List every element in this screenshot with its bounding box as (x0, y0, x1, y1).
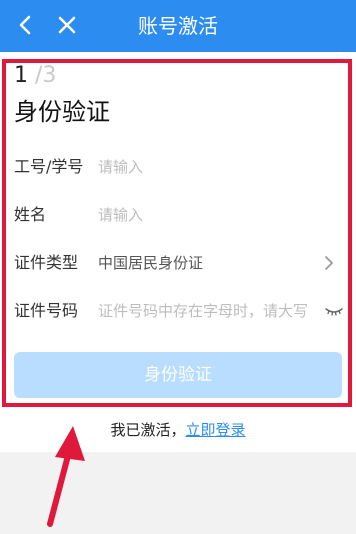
verify-identity-button[interactable]: 身份验证 (14, 352, 342, 398)
form-section: 工号/学号 请输入 姓名 请输入 证件类型 中国居民身份证 证件号码 证件号码中… (0, 142, 356, 338)
chevron-right-icon[interactable] (320, 254, 338, 272)
employee-id-row[interactable]: 工号/学号 请输入 (14, 145, 346, 189)
name-row[interactable]: 姓名 请输入 (14, 193, 346, 237)
name-label: 姓名 (14, 205, 47, 224)
page-title: 账号激活 (138, 14, 218, 38)
app-header: 账号激活 (0, 0, 356, 52)
name-input[interactable]: 请输入 (98, 193, 143, 237)
eye-closed-icon[interactable] (324, 301, 344, 321)
annotation-arrow-icon (47, 426, 85, 527)
id-type-label: 证件类型 (14, 253, 79, 272)
login-text: 我已激活， (110, 421, 186, 439)
id-number-label: 证件号码 (14, 301, 79, 320)
step-title: 身份验证 (14, 98, 110, 126)
id-type-select[interactable]: 中国居民身份证 (98, 241, 203, 285)
current-step: 1 (14, 63, 28, 88)
total-steps: /3 (35, 63, 57, 88)
login-link[interactable]: 立即登录 (186, 421, 246, 439)
employee-id-input[interactable]: 请输入 (98, 145, 143, 189)
step-indicator: 1 /3 (14, 62, 56, 90)
id-number-input[interactable]: 证件号码中存在字母时，请大写 (98, 289, 308, 333)
employee-id-label: 工号/学号 (14, 157, 84, 176)
id-type-row[interactable]: 证件类型 中国居民身份证 (14, 241, 346, 285)
id-number-row[interactable]: 证件号码 证件号码中存在字母时，请大写 (14, 289, 346, 333)
